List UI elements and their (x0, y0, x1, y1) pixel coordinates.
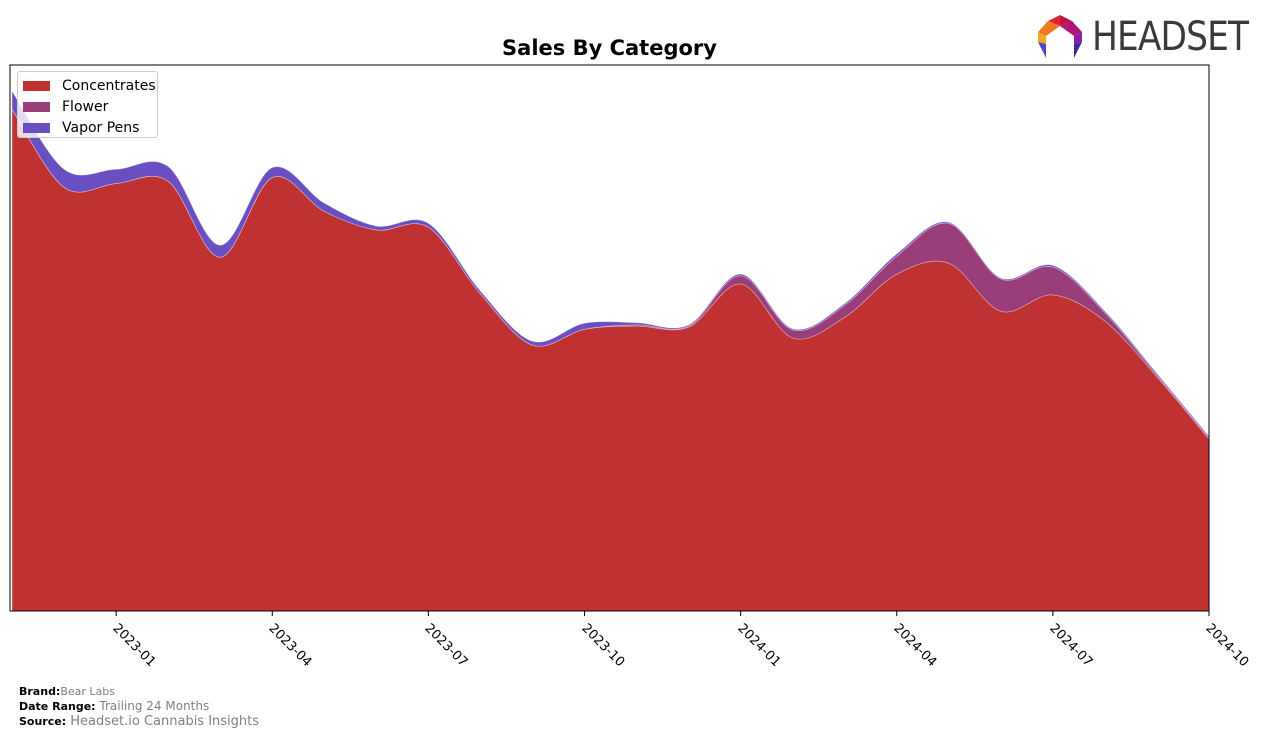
legend-item-flower: Flower (23, 98, 108, 116)
footer-date-range: Date Range: Trailing 24 Months (19, 699, 209, 714)
legend-item-vapor-pens: Vapor Pens (23, 119, 139, 137)
legend-label: Flower (62, 99, 109, 115)
source-label: Source: (19, 715, 67, 728)
chart-areas (11, 89, 1210, 612)
brand-value: Bear Labs (60, 685, 115, 698)
legend-swatch-flower (23, 102, 50, 112)
area-concentrates (11, 107, 1210, 612)
legend-swatch-concentrates (23, 81, 50, 91)
chart-svg (9, 64, 1210, 616)
brand-label: Brand: (19, 685, 61, 698)
legend-label: Concentrates (62, 78, 156, 94)
source-value: Headset.io Cannabis Insights (70, 714, 260, 729)
legend-item-concentrates: Concentrates (23, 77, 156, 95)
legend-label: Vapor Pens (62, 120, 140, 136)
x-axis-ticks (115, 611, 1210, 616)
footer-brand: Brand:Bear Labs (19, 684, 115, 699)
date-range-label: Date Range: (19, 700, 96, 713)
footer-source: Source: Headset.io Cannabis Insights (19, 714, 259, 729)
legend: Concentrates Flower Vapor Pens (17, 71, 158, 138)
legend-swatch-vapor-pens (23, 123, 50, 133)
date-range-value: Trailing 24 Months (99, 699, 210, 713)
